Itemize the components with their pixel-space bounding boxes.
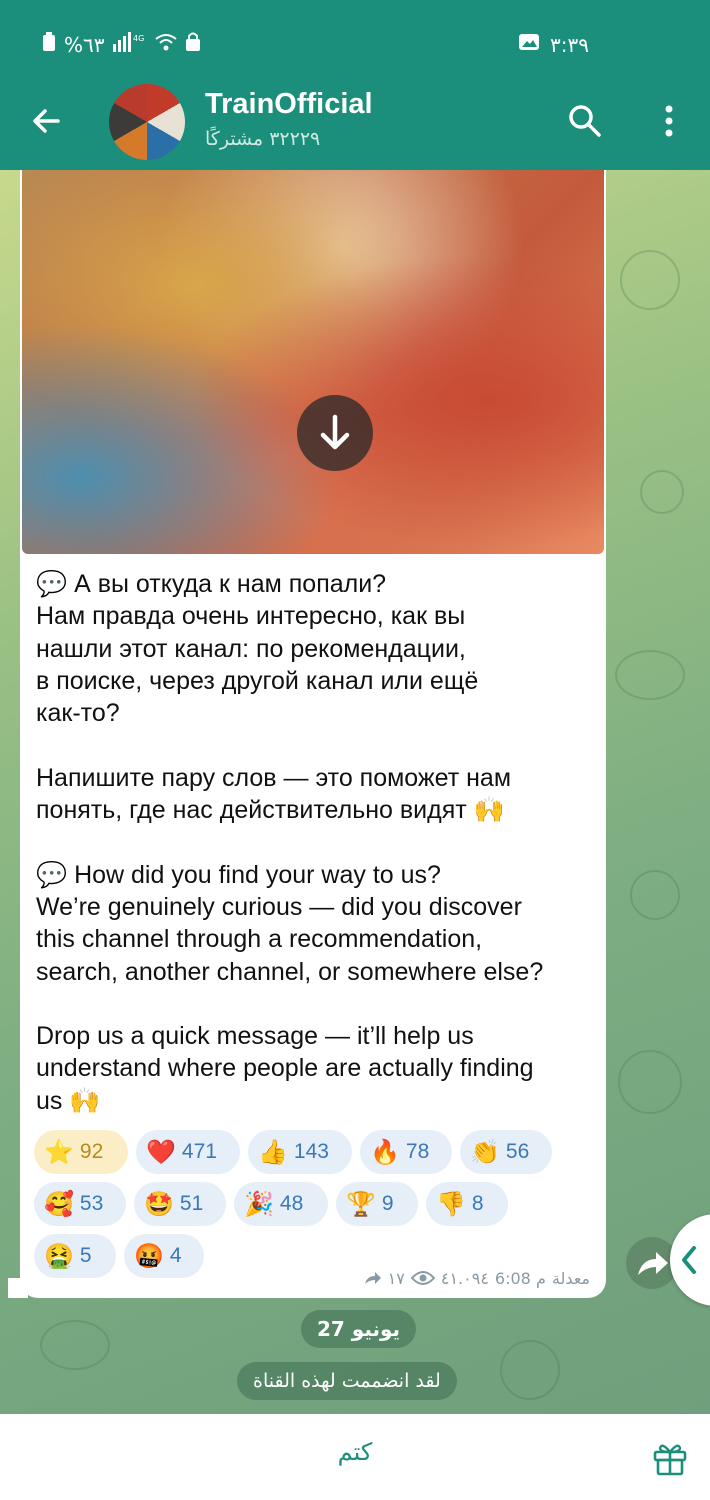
service-message: لقد انضممت لهذه القناة <box>237 1362 457 1400</box>
party-popper-icon: 🎉 <box>244 1190 274 1218</box>
background-doodle <box>40 1320 110 1370</box>
heart-icon: ❤️ <box>146 1138 176 1166</box>
reaction-heart[interactable]: ❤️ 471 <box>136 1130 240 1174</box>
reaction-star[interactable]: ⭐ 92 <box>34 1130 128 1174</box>
trophy-icon: 🏆 <box>346 1190 376 1218</box>
arrow-left-icon <box>33 109 60 133</box>
star-struck-icon: 🤩 <box>144 1190 174 1218</box>
status-left: %٦٣ 4G <box>42 32 201 57</box>
date-separator: 27 يونيو <box>301 1310 417 1348</box>
view-count: ٤١.٠٩٤ <box>440 1268 489 1288</box>
search-icon <box>569 105 601 137</box>
background-doodle <box>620 250 680 310</box>
back-button[interactable] <box>26 100 68 142</box>
reaction-count: 5 <box>79 1244 92 1267</box>
message-meta: ١٧ ٤١.٠٩٤ م 6:08 معدلة <box>345 1266 590 1290</box>
lock-icon <box>185 32 201 57</box>
reaction-star-struck[interactable]: 🤩 51 <box>134 1182 226 1226</box>
channel-avatar[interactable] <box>109 84 185 160</box>
app-bar: TrainOfficial ٣٢٢٢٩ مشتركًا <box>0 72 710 170</box>
reaction-clap[interactable]: 👏 56 <box>460 1130 552 1174</box>
forward-arrow-icon <box>364 1272 381 1284</box>
edited-label: معدلة <box>551 1268 590 1288</box>
forward-count: ١٧ <box>387 1268 405 1288</box>
gift-button[interactable] <box>652 1440 688 1476</box>
signal-icon: 4G <box>112 32 147 57</box>
reaction-thumbs-down[interactable]: 👎 8 <box>426 1182 508 1226</box>
download-icon <box>320 414 350 450</box>
reaction-smiling-hearts[interactable]: 🥰 53 <box>34 1182 126 1226</box>
bottom-bar: كتم <box>0 1414 710 1500</box>
message-text: 💬 А вы откуда к нам попали? Нам правда о… <box>36 570 544 1115</box>
reaction-count: 8 <box>471 1192 484 1215</box>
gallery-icon <box>518 32 540 57</box>
message-time: م 6:08 <box>494 1268 546 1288</box>
background-doodle <box>500 1340 560 1400</box>
background-doodle <box>630 870 680 920</box>
more-menu-button[interactable] <box>660 102 678 140</box>
battery-icon <box>42 32 56 57</box>
message-media-blurred[interactable] <box>22 170 604 554</box>
reaction-count: 78 <box>405 1140 430 1163</box>
fire-icon: 🔥 <box>370 1138 400 1166</box>
smiling-hearts-icon: 🥰 <box>44 1190 74 1218</box>
eye-icon <box>410 1271 435 1285</box>
svg-text:4G: 4G <box>133 34 144 43</box>
reaction-count: 56 <box>505 1140 530 1163</box>
cursing-face-icon: 🤬 <box>134 1242 164 1270</box>
subscriber-count: ٣٢٢٢٩ مشتركًا <box>205 128 321 150</box>
more-vertical-icon <box>665 105 673 137</box>
reaction-thumbs-up[interactable]: 👍 143 <box>248 1130 352 1174</box>
status-right: ٣:٣٩ <box>518 32 589 57</box>
reaction-count: 53 <box>79 1192 104 1215</box>
clock: ٣:٣٩ <box>550 32 589 57</box>
reaction-trophy[interactable]: 🏆 9 <box>336 1182 418 1226</box>
battery-level: %٦٣ <box>64 32 105 57</box>
chevron-left-icon <box>682 1246 696 1274</box>
background-doodle <box>618 1050 682 1114</box>
star-icon: ⭐ <box>44 1138 74 1166</box>
reaction-count: 4 <box>169 1244 182 1267</box>
reaction-fire[interactable]: 🔥 78 <box>360 1130 452 1174</box>
background-doodle <box>640 470 684 514</box>
search-button[interactable] <box>566 102 604 140</box>
mute-button[interactable]: كتم <box>310 1438 400 1466</box>
channel-title[interactable]: TrainOfficial <box>205 88 373 121</box>
thumbs-down-icon: 👎 <box>436 1190 466 1218</box>
reaction-count: 48 <box>279 1192 304 1215</box>
reaction-count: 92 <box>79 1140 104 1163</box>
reaction-count: 51 <box>179 1192 204 1215</box>
thumbs-up-icon: 👍 <box>258 1138 288 1166</box>
reaction-count: 471 <box>181 1140 217 1163</box>
reaction-vomit[interactable]: 🤮 5 <box>34 1234 116 1278</box>
side-panel-button[interactable] <box>670 1214 710 1306</box>
reaction-count: 143 <box>293 1140 329 1163</box>
vomit-face-icon: 🤮 <box>44 1242 74 1270</box>
gift-icon <box>653 1444 687 1476</box>
reaction-cursing[interactable]: 🤬 4 <box>124 1234 204 1278</box>
background-doodle <box>615 650 685 700</box>
wifi-icon <box>154 32 177 57</box>
download-button[interactable] <box>297 395 373 471</box>
reaction-party[interactable]: 🎉 48 <box>234 1182 328 1226</box>
clap-icon: 👏 <box>470 1138 500 1166</box>
reaction-count: 9 <box>381 1192 394 1215</box>
